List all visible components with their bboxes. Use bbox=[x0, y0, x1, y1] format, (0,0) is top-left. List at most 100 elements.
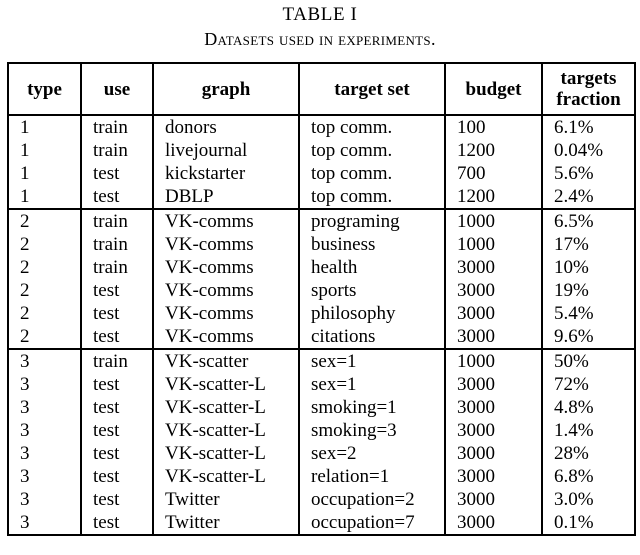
cell-use: train bbox=[81, 139, 154, 162]
cell-graph: VK-comms bbox=[153, 302, 300, 325]
cell-targets-fraction: 6.8% bbox=[554, 466, 594, 487]
cell-budget: 1200 bbox=[445, 139, 543, 162]
targets-fraction-line2: fraction bbox=[556, 89, 621, 110]
cell-budget: 1000 bbox=[445, 208, 543, 233]
cell-budget: 1000 bbox=[445, 233, 543, 256]
cell-use: train bbox=[81, 348, 154, 373]
cell-use: test bbox=[81, 442, 154, 465]
cell-budget: 3000 bbox=[445, 325, 543, 349]
cell-graph: livejournal bbox=[153, 139, 300, 162]
cell-graph: VK-comms bbox=[153, 325, 300, 349]
table-title: Datasets used in experiments. bbox=[204, 29, 436, 49]
table-row: 3 test VK-scatter-L sex=1 3000 72% bbox=[8, 373, 635, 396]
cell-graph: kickstarter bbox=[153, 162, 300, 185]
cell-type: 3 bbox=[8, 465, 82, 488]
column-header-targets-fraction: targets fraction bbox=[542, 63, 635, 116]
cell-targets-fraction: 17% bbox=[554, 234, 589, 255]
cell-use: test bbox=[81, 511, 154, 535]
table-row: 1 test kickstarter top comm. 700 5.6% bbox=[8, 162, 635, 185]
targets-fraction-line1: targets bbox=[560, 68, 617, 89]
cell-targets-fraction: 5.6% bbox=[554, 163, 594, 184]
cell-type: 3 bbox=[8, 511, 82, 535]
cell-graph: VK-scatter-L bbox=[153, 419, 300, 442]
cell-target-set: health bbox=[299, 256, 446, 279]
cell-graph: VK-scatter bbox=[153, 348, 300, 373]
table-row: 2 test VK-comms citations 3000 9.6% bbox=[8, 325, 635, 349]
cell-budget: 700 bbox=[445, 162, 543, 185]
table-caption: TABLE I Datasets used in experiments. bbox=[0, 0, 640, 51]
cell-use: test bbox=[81, 419, 154, 442]
table-row: 1 test DBLP top comm. 1200 2.4% bbox=[8, 185, 635, 209]
cell-type: 3 bbox=[8, 442, 82, 465]
cell-budget: 1000 bbox=[445, 348, 543, 373]
column-header-graph: graph bbox=[153, 63, 300, 116]
cell-targets-fraction: 0.04% bbox=[554, 140, 604, 161]
cell-type: 2 bbox=[8, 279, 82, 302]
table-row: 2 train VK-comms health 3000 10% bbox=[8, 256, 635, 279]
cell-use: test bbox=[81, 396, 154, 419]
cell-budget: 3000 bbox=[445, 465, 543, 488]
cell-type: 2 bbox=[8, 256, 82, 279]
cell-graph: Twitter bbox=[153, 488, 300, 511]
cell-type: 1 bbox=[8, 185, 82, 209]
cell-use: test bbox=[81, 465, 154, 488]
cell-graph: VK-scatter-L bbox=[153, 373, 300, 396]
cell-use: test bbox=[81, 373, 154, 396]
cell-use: train bbox=[81, 256, 154, 279]
cell-target-set: occupation=2 bbox=[299, 488, 446, 511]
table-row: 2 test VK-comms sports 3000 19% bbox=[8, 279, 635, 302]
cell-graph: VK-scatter-L bbox=[153, 442, 300, 465]
cell-use: train bbox=[81, 233, 154, 256]
table-page: TABLE I Datasets used in experiments. ty… bbox=[0, 0, 640, 555]
table-row: 2 train VK-comms programing 1000 6.5% bbox=[8, 208, 635, 233]
cell-target-set: occupation=7 bbox=[299, 511, 446, 535]
cell-type: 1 bbox=[8, 162, 82, 185]
table-row: 3 test VK-scatter-L smoking=3 3000 1.4% bbox=[8, 419, 635, 442]
cell-target-set: top comm. bbox=[299, 115, 446, 139]
cell-type: 3 bbox=[8, 348, 82, 373]
table-row: 1 train donors top comm. 100 6.1% bbox=[8, 115, 635, 139]
cell-target-set: programing bbox=[299, 208, 446, 233]
cell-target-set: philosophy bbox=[299, 302, 446, 325]
cell-type: 3 bbox=[8, 396, 82, 419]
cell-graph: VK-comms bbox=[153, 256, 300, 279]
cell-graph: donors bbox=[153, 115, 300, 139]
cell-targets-fraction: 28% bbox=[554, 443, 589, 464]
cell-targets-fraction: 72% bbox=[554, 374, 589, 395]
cell-target-set: sports bbox=[299, 279, 446, 302]
cell-targets-fraction: 6.1% bbox=[554, 117, 594, 138]
cell-targets-fraction: 50% bbox=[542, 348, 635, 373]
cell-targets-fraction: 19% bbox=[554, 280, 589, 301]
cell-target-set: sex=2 bbox=[299, 442, 446, 465]
cell-target-set: relation=1 bbox=[299, 465, 446, 488]
header-row: type use graph target set budget targets… bbox=[8, 63, 635, 116]
cell-type: 3 bbox=[8, 488, 82, 511]
cell-type: 2 bbox=[8, 233, 82, 256]
cell-budget: 3000 bbox=[445, 419, 543, 442]
cell-use: test bbox=[81, 162, 154, 185]
cell-target-set: top comm. bbox=[299, 139, 446, 162]
cell-targets-fraction: 2.4% bbox=[554, 186, 594, 207]
cell-type: 1 bbox=[8, 139, 82, 162]
cell-use: train bbox=[81, 208, 154, 233]
cell-type: 2 bbox=[8, 208, 82, 233]
cell-graph: VK-comms bbox=[153, 233, 300, 256]
table-header: type use graph target set budget targets… bbox=[8, 63, 635, 116]
cell-use: test bbox=[81, 279, 154, 302]
cell-targets-fraction: 9.6% bbox=[554, 326, 594, 347]
cell-budget: 3000 bbox=[445, 511, 543, 535]
cell-graph: VK-comms bbox=[153, 279, 300, 302]
table-row: 2 test VK-comms philosophy 3000 5.4% bbox=[8, 302, 635, 325]
cell-targets-fraction: 4.8% bbox=[554, 397, 594, 418]
datasets-table: type use graph target set budget targets… bbox=[7, 62, 636, 536]
cell-targets-fraction: 6.5% bbox=[542, 208, 635, 233]
cell-use: test bbox=[81, 185, 154, 209]
column-header-type: type bbox=[8, 63, 82, 116]
column-header-target-set: target set bbox=[299, 63, 446, 116]
cell-target-set: top comm. bbox=[299, 162, 446, 185]
cell-graph: VK-comms bbox=[153, 208, 300, 233]
table-row: 3 test VK-scatter-L relation=1 3000 6.8% bbox=[8, 465, 635, 488]
cell-use: test bbox=[81, 488, 154, 511]
cell-target-set: sex=1 bbox=[299, 373, 446, 396]
cell-budget: 3000 bbox=[445, 373, 543, 396]
